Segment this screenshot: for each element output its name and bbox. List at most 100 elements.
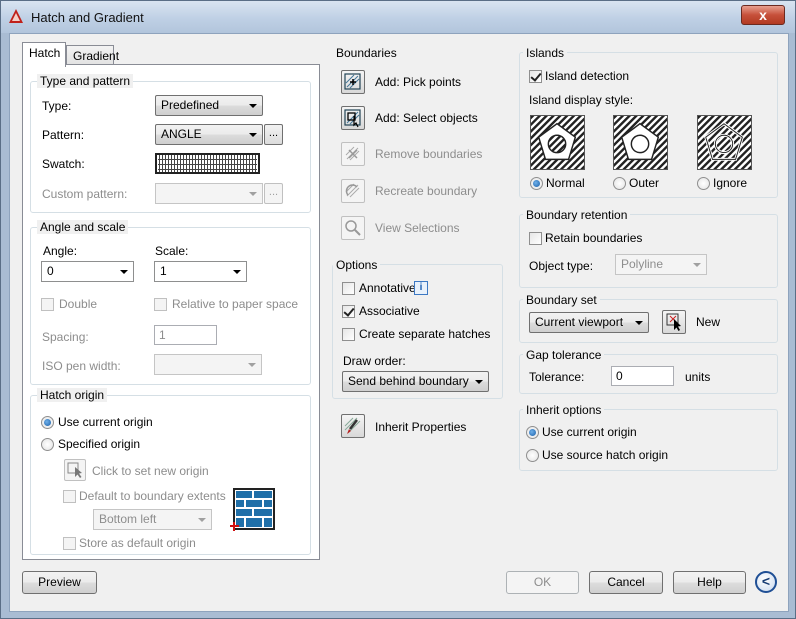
inherit-properties-label[interactable]: Inherit Properties (375, 420, 466, 434)
collapse-arrow-icon[interactable]: < (755, 571, 777, 593)
specified-origin-radio[interactable] (41, 438, 54, 451)
paint-brush-icon (344, 417, 361, 434)
chevron-down-icon (249, 133, 257, 137)
island-normal-label: Normal (546, 176, 585, 190)
boundary-extent-dropdown: Bottom left (93, 509, 212, 530)
group-title: Boundary set (523, 293, 600, 307)
group-title: Inherit options (523, 403, 605, 417)
boundary-set-value: Current viewport (535, 315, 624, 329)
associative-checkbox[interactable] (342, 305, 355, 318)
island-detection-checkbox[interactable] (529, 70, 542, 83)
pick-points-button[interactable] (341, 70, 365, 94)
recreate-boundary-icon (345, 183, 360, 198)
chevron-down-icon (475, 380, 483, 384)
islands-group: Islands Island detection Island display … (519, 46, 778, 198)
chevron-down-icon (198, 518, 206, 522)
default-boundary-extents-checkbox (63, 490, 76, 503)
tolerance-input[interactable]: 0 (611, 366, 674, 386)
boundary-retention-group: Boundary retention Retain boundaries Obj… (519, 208, 778, 288)
new-boundary-set-button[interactable] (662, 310, 686, 334)
inherit-use-source-radio[interactable] (526, 449, 539, 462)
pattern-dropdown[interactable]: ANGLE (155, 124, 263, 145)
use-current-origin-radio[interactable] (41, 416, 54, 429)
cancel-button[interactable]: Cancel (589, 571, 663, 594)
title-bar[interactable]: Hatch and Gradient x (1, 1, 795, 33)
chevron-down-icon (233, 270, 241, 274)
type-dropdown[interactable]: Predefined (155, 95, 263, 116)
pattern-label: Pattern: (42, 128, 85, 142)
preview-button[interactable]: Preview (22, 571, 97, 594)
island-detection-label: Island detection (545, 69, 630, 83)
scale-value: 1 (160, 264, 167, 278)
draw-order-dropdown[interactable]: Send behind boundary (342, 371, 489, 392)
inherit-use-current-radio[interactable] (526, 426, 539, 439)
tab-gradient[interactable]: Gradient (66, 45, 119, 64)
default-boundary-extents-label: Default to boundary extents (79, 489, 226, 503)
island-normal-radio[interactable] (530, 177, 543, 190)
units-label: units (685, 370, 711, 384)
double-label: Double (59, 297, 98, 311)
swatch-label: Swatch: (42, 157, 85, 171)
island-outer-label: Outer (629, 176, 660, 190)
remove-boundaries-label: Remove boundaries (375, 147, 483, 161)
select-objects-button[interactable] (341, 106, 365, 130)
separate-hatches-checkbox[interactable] (342, 328, 355, 341)
select-objects-label[interactable]: Add: Select objects (375, 111, 478, 125)
group-title: Type and pattern (37, 74, 134, 88)
island-ignore-radio[interactable] (697, 177, 710, 190)
object-type-dropdown: Polyline (615, 254, 707, 275)
group-title: Gap tolerance (523, 348, 605, 362)
custom-pattern-dropdown (155, 183, 263, 204)
draw-order-value: Send behind boundary (348, 374, 469, 388)
store-default-origin-checkbox (63, 537, 76, 550)
chevron-down-icon (249, 192, 257, 196)
island-normal-preview[interactable] (530, 115, 585, 170)
view-selections-label: View Selections (375, 221, 460, 235)
group-title: Options (333, 258, 381, 272)
pattern-browse-button[interactable]: ... (264, 124, 283, 145)
retain-boundaries-checkbox[interactable] (529, 232, 542, 245)
swatch-preview[interactable] (155, 153, 260, 174)
type-label: Type: (42, 99, 72, 113)
boundary-set-dropdown[interactable]: Current viewport (529, 312, 649, 333)
island-ignore-preview[interactable] (697, 115, 752, 170)
spacing-label: Spacing: (42, 330, 89, 344)
autocad-logo-icon (9, 9, 23, 23)
associative-label: Associative (359, 304, 420, 318)
custom-pattern-browse-button: ... (264, 183, 283, 204)
boundary-extent-value: Bottom left (99, 512, 157, 526)
retain-boundaries-label: Retain boundaries (545, 231, 643, 245)
angle-value: 0 (47, 264, 54, 278)
angle-label: Angle: (43, 244, 78, 258)
group-title: Hatch origin (37, 388, 108, 402)
specified-origin-label: Specified origin (58, 437, 141, 451)
type-value: Predefined (161, 98, 220, 112)
chevron-down-icon (248, 363, 256, 367)
annotative-label: Annotative (359, 281, 416, 295)
chevron-down-icon (693, 263, 701, 267)
brick-origin-preview-icon (230, 488, 275, 531)
scale-combo[interactable]: 1 (154, 261, 247, 282)
object-type-label: Object type: (529, 259, 594, 273)
dialog-window: Hatch and Gradient x Hatch Gradient Type… (0, 0, 796, 619)
gap-tolerance-group: Gap tolerance Tolerance: 0 units (519, 348, 778, 394)
angle-and-scale-group: Angle and scale Angle: 0 Scale: 1 Double… (30, 220, 311, 385)
use-current-origin-label: Use current origin (58, 415, 153, 429)
info-icon[interactable]: i (414, 281, 428, 295)
double-checkbox (41, 298, 54, 311)
close-button[interactable]: x (741, 5, 785, 25)
help-button[interactable]: Help (673, 571, 746, 594)
inherit-properties-button[interactable] (341, 414, 365, 438)
inherit-use-current-label: Use current origin (542, 425, 637, 439)
tab-hatch[interactable]: Hatch (22, 42, 66, 67)
island-ignore-label: Ignore (713, 176, 748, 190)
angle-combo[interactable]: 0 (41, 261, 134, 282)
group-title: Islands (523, 46, 568, 60)
island-outer-preview[interactable] (613, 115, 668, 170)
chevron-down-icon (120, 270, 128, 274)
store-default-origin-label: Store as default origin (79, 536, 196, 550)
island-outer-radio[interactable] (613, 177, 626, 190)
cursor-crosshair-icon (67, 462, 82, 478)
pick-points-label[interactable]: Add: Pick points (375, 75, 461, 89)
annotative-checkbox[interactable] (342, 282, 355, 295)
